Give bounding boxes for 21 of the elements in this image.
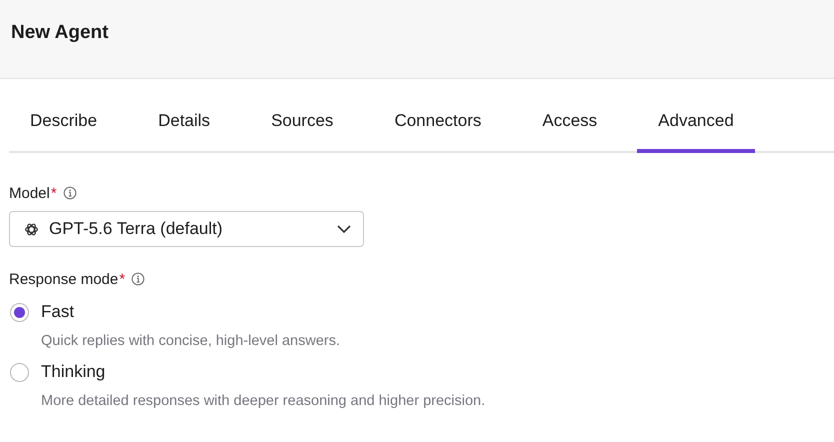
info-icon[interactable] xyxy=(131,272,146,286)
field-label: Model xyxy=(9,184,50,202)
page-title: New Agent xyxy=(11,22,108,44)
required-mark: * xyxy=(119,270,126,288)
tab[interactable]: Access xyxy=(521,89,618,153)
chevron-down-icon xyxy=(337,225,351,233)
field-label: Response mode xyxy=(9,270,118,288)
option-description: Quick replies with concise, high-level answers. xyxy=(41,333,341,349)
tab[interactable]: Describe xyxy=(9,89,118,153)
option-label[interactable]: Fast xyxy=(41,302,74,322)
tab[interactable]: Details xyxy=(137,89,232,153)
tab[interactable]: Sources xyxy=(250,89,354,153)
radio-button[interactable] xyxy=(10,302,29,322)
model-dropdown[interactable]: GPT-5.6 Terra (default) xyxy=(9,211,364,247)
option-label[interactable]: Thinking xyxy=(41,362,106,382)
radio-button[interactable] xyxy=(10,362,29,382)
required-mark: * xyxy=(50,184,57,202)
info-icon[interactable] xyxy=(62,186,77,200)
tab[interactable]: Connectors xyxy=(373,89,502,153)
tab[interactable]: Advanced xyxy=(637,89,755,153)
option-description: More detailed responses with deeper reasoning and higher precision. xyxy=(41,393,486,409)
